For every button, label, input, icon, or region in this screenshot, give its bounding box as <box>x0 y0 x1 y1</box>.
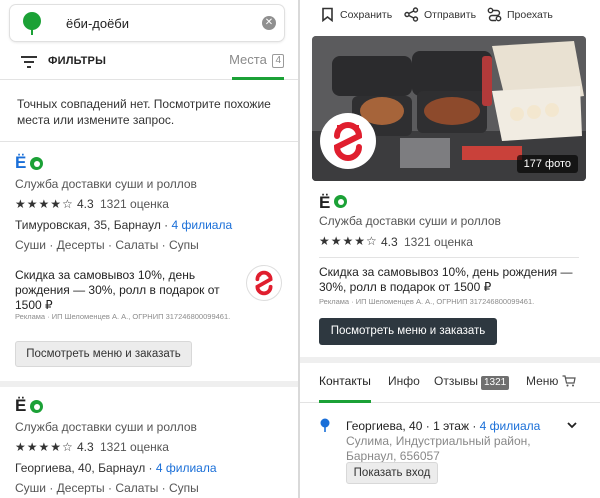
branches-link[interactable]: 4 филиала <box>172 218 233 232</box>
filter-icon[interactable] <box>21 56 37 68</box>
tab-reviews-label: Отзывы <box>434 374 478 388</box>
save-label: Сохранить <box>340 8 393 21</box>
branches-link[interactable]: 4 филиала <box>480 419 541 433</box>
branches-link[interactable]: 4 филиала <box>156 461 217 475</box>
tab-menu-label: Меню <box>526 374 559 388</box>
rating-count[interactable]: 1321 оценка <box>100 440 169 454</box>
show-entrance-button[interactable]: Показать вход <box>346 462 438 484</box>
tab-menu[interactable]: Меню <box>526 374 577 388</box>
share-icon <box>404 7 419 22</box>
rating-value: 4.3 <box>381 235 398 249</box>
address-details: Сулима, Индустриальный район, Барнаул, 6… <box>346 434 531 463</box>
divider <box>0 141 298 142</box>
detail-tabs: Контакты Инфо Отзывы 1321 Меню <box>300 363 600 403</box>
route-icon <box>487 7 502 22</box>
cart-icon <box>562 375 577 387</box>
tab-underline <box>232 77 284 80</box>
brand-logo-icon <box>320 113 376 169</box>
tab-info[interactable]: Инфо <box>388 374 420 388</box>
view-menu-order-button[interactable]: Посмотреть меню и заказать <box>319 318 497 345</box>
view-menu-button[interactable]: Посмотреть меню и заказать <box>15 341 192 367</box>
brand-logo-icon <box>246 265 282 301</box>
ad-disclaimer: Реклама · ИП Шеломенцев А. А., ОГРНИП 31… <box>15 312 231 321</box>
divider <box>0 381 298 387</box>
result-address: Георгиева, 40, Барнаул · 4 филиала <box>15 461 217 475</box>
rating-count[interactable]: 1321 оценка <box>100 197 169 211</box>
chevron-down-icon[interactable] <box>566 419 578 431</box>
search-box[interactable]: ёби-доёби ✕ <box>10 5 284 41</box>
filters-bar: ФИЛЬТРЫ Места 4 <box>0 44 298 80</box>
place-title: Ё <box>319 193 331 212</box>
actions-bar: Сохранить Отправить Проехать <box>300 0 600 30</box>
verified-icon <box>334 195 347 208</box>
route-label: Проехать <box>507 8 553 21</box>
result-category: Служба доставки суши и роллов <box>15 420 197 434</box>
place-photo[interactable]: 177 фото <box>312 36 586 181</box>
result-tags: Суши · Десерты · Салаты · Супы <box>15 238 199 252</box>
rating-stars: ★★★★☆ <box>319 234 378 248</box>
filters-button[interactable]: ФИЛЬТРЫ <box>48 55 106 67</box>
route-button[interactable]: Проехать <box>487 7 553 22</box>
result-tags: Суши · Десерты · Салаты · Супы <box>15 481 199 495</box>
photo-count-badge[interactable]: 177 фото <box>516 155 578 173</box>
clear-search-icon[interactable]: ✕ <box>262 16 276 30</box>
place-category: Служба доставки суши и роллов <box>319 214 501 228</box>
ad-text: Скидка за самовывоз 10%, день рождения —… <box>319 265 573 294</box>
tab-underline <box>319 400 371 403</box>
address-text: Тимуровская, 35, Барнаул · <box>15 218 172 232</box>
tab-reviews[interactable]: Отзывы 1321 <box>434 374 510 390</box>
rating-value: 4.3 <box>77 197 94 211</box>
result-title[interactable]: Ё <box>15 396 26 416</box>
rating-stars: ★★★★☆ <box>15 197 74 211</box>
bookmark-icon <box>322 7 333 22</box>
ad-disclaimer: Реклама · ИП Шеломенцев А. А., ОГРНИП 31… <box>319 297 535 306</box>
share-button[interactable]: Отправить <box>404 7 476 22</box>
search-input[interactable]: ёби-доёби <box>66 16 129 31</box>
tab-places[interactable]: Места 4 <box>229 52 284 68</box>
result-category: Служба доставки суши и роллов <box>15 177 197 191</box>
share-label: Отправить <box>424 8 477 21</box>
save-button[interactable]: Сохранить <box>320 7 392 22</box>
place-detail-panel: Сохранить Отправить Проехать 177 фото Ё … <box>300 0 600 498</box>
divider <box>319 257 579 258</box>
place-address: Георгиева, 40 · 1 этаж · 4 филиала <box>346 419 540 433</box>
rating-stars: ★★★★☆ <box>15 440 74 454</box>
tab-reviews-count: 1321 <box>480 376 510 390</box>
tab-places-count: 4 <box>272 54 284 68</box>
address-text: Георгиева, 40 · 1 этаж · <box>346 419 480 433</box>
ad-text: Скидка за самовывоз 10%, день рождения —… <box>15 268 220 312</box>
result-title[interactable]: Ё <box>15 153 26 173</box>
result-address: Тимуровская, 35, Барнаул · 4 филиала <box>15 218 232 232</box>
map-pin-logo-icon <box>23 12 41 35</box>
verified-icon <box>30 157 43 170</box>
tab-places-label: Места <box>229 52 267 67</box>
tab-contacts[interactable]: Контакты <box>319 374 371 388</box>
no-match-message: Точных совпадений нет. Посмотрите похожи… <box>17 97 271 127</box>
rating-count[interactable]: 1321 оценка <box>404 235 473 249</box>
verified-icon <box>30 400 43 413</box>
results-panel: ёби-доёби ✕ ФИЛЬТРЫ Места 4 Точных совпа… <box>0 0 298 498</box>
address-text: Георгиева, 40, Барнаул · <box>15 461 156 475</box>
location-pin-icon <box>320 418 330 432</box>
rating-value: 4.3 <box>77 440 94 454</box>
